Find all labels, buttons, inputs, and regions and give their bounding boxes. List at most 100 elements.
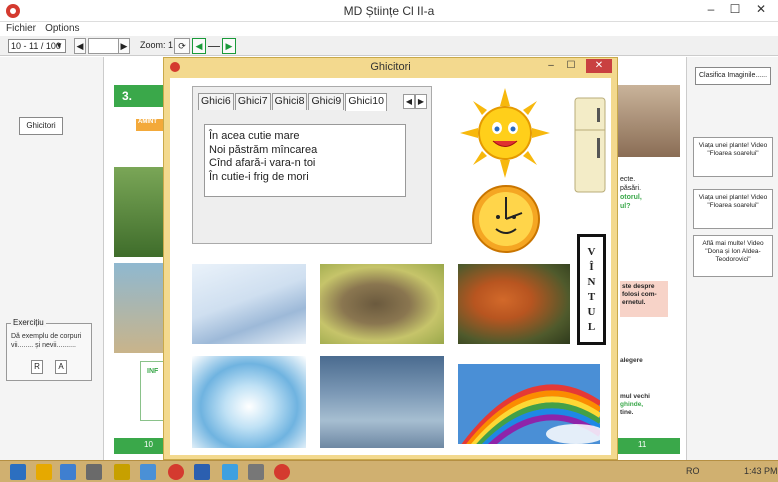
vintul-letter: N	[587, 276, 596, 288]
right-snip-2: otorul,	[620, 194, 642, 201]
dialog-body: Ghici6 Ghici7 Ghici8 Ghici9 Ghici10 ◀ ▶ Î…	[170, 78, 611, 455]
left-header-number: 3.	[122, 89, 133, 103]
taskbar-opera-icon[interactable]	[168, 464, 184, 480]
menu-fichier[interactable]: Fichier	[6, 23, 36, 34]
right-panel: Clasifica Imaginile...... Viața unei pla…	[686, 57, 778, 460]
right-snip-0: ecte.	[620, 176, 636, 183]
video-card-2[interactable]: Viața unei plante! Video "Floarea soarel…	[693, 189, 773, 229]
video-card-1[interactable]: Viața unei plante! Video "Floarea soarel…	[693, 137, 773, 177]
snow-image[interactable]	[192, 264, 306, 344]
dialog-titlebar: Ghicitori – ☐ ✕	[164, 58, 617, 76]
tray-language[interactable]: RO	[686, 466, 700, 476]
close-button[interactable]: ✕	[750, 2, 772, 16]
right-text-1: ecte. păsări. otorul, ul?	[620, 175, 680, 211]
arrow-left-green-icon[interactable]: ◀	[192, 38, 206, 54]
taskbar-word-icon[interactable]	[194, 464, 210, 480]
tab-ghici9[interactable]: Ghici9	[308, 93, 345, 110]
tab-ghici8[interactable]: Ghici8	[271, 93, 308, 110]
right-snip-4: ste despre	[622, 283, 655, 290]
taskbar-explorer-icon[interactable]	[36, 464, 52, 480]
page-select[interactable]: 10 - 11 / 100 ▼	[8, 39, 66, 53]
tab-ghici6[interactable]: Ghici6	[198, 93, 234, 110]
info-label: INF	[147, 368, 159, 375]
riddle-line: În acea cutie mare	[209, 130, 300, 142]
clock-image[interactable]	[470, 183, 542, 255]
right-page: ecte. păsări. otorul, ul? ste despre fol…	[618, 57, 686, 460]
minimize-button[interactable]: –	[700, 2, 722, 16]
fox-image[interactable]	[458, 264, 570, 344]
right-snip-3: ul?	[620, 203, 631, 210]
a-button[interactable]: A	[55, 360, 67, 374]
riddle-line: Cînd afară-i vara-n toi	[209, 157, 316, 169]
maximize-button[interactable]: ☐	[724, 2, 746, 16]
right-snip-8: mul vechi	[620, 393, 650, 400]
taskbar-app-icon[interactable]	[60, 464, 76, 480]
beach-photo	[114, 263, 170, 353]
left-header-bar: 3.	[114, 85, 170, 107]
right-snip-1: păsări.	[620, 185, 642, 192]
taskbar-app-icon[interactable]	[222, 464, 238, 480]
right-snip-6: ernetul.	[622, 299, 646, 306]
separator-line	[208, 46, 220, 47]
start-windows-icon[interactable]	[10, 464, 26, 480]
riddle-tabs: Ghici6 Ghici7 Ghici8 Ghici9 Ghici10	[198, 93, 387, 111]
video-card-3[interactable]: Află mai multe! Video "Dona și Ion Aldea…	[693, 235, 773, 277]
vintul-letter: V	[587, 246, 596, 258]
taskbar: RO 1:43 PM	[0, 460, 778, 482]
taskbar-app-icon[interactable]	[248, 464, 264, 480]
rainbow-image[interactable]	[458, 364, 600, 444]
riddle-panel: Ghici6 Ghici7 Ghici8 Ghici9 Ghici10 ◀ ▶ Î…	[192, 86, 432, 244]
dialog-minimize-button[interactable]: –	[544, 60, 558, 72]
taskbar-app-icon[interactable]	[114, 464, 130, 480]
tab-scroll-arrows: ◀ ▶	[403, 94, 427, 109]
vintul-label[interactable]: V Î N T U L	[577, 234, 606, 345]
next-page-button[interactable]: ▶	[118, 38, 130, 54]
tab-scroll-right-icon[interactable]: ▶	[415, 94, 427, 109]
right-footer-bar: 11	[618, 438, 680, 454]
arrow-right-green-icon[interactable]: ▶	[222, 38, 236, 54]
menu-options[interactable]: Options	[45, 23, 79, 34]
zoom-label: Zoom: 1	[140, 40, 174, 50]
rotate-icon[interactable]: ⟳	[174, 38, 190, 54]
hedgehog-image[interactable]	[320, 264, 444, 344]
toolbar: 10 - 11 / 100 ▼ ◀ ▶ Zoom: 1 ⟳ ◀ ▶	[0, 36, 778, 56]
chevron-down-icon: ▼	[55, 41, 63, 50]
tab-ghici10[interactable]: Ghici10	[345, 93, 387, 111]
page-select-value: 10 - 11 / 100	[11, 41, 61, 51]
taskbar-md-app-icon[interactable]	[274, 464, 290, 480]
riddle-text-box: În acea cutie mare Noi păstrăm mîncarea …	[204, 124, 406, 197]
prev-page-button[interactable]: ◀	[74, 38, 86, 54]
vintul-letter: L	[587, 321, 596, 333]
left-panel: Ghicitori Exercițiu Dă exemplu de corpur…	[0, 57, 104, 460]
window-title: MD Științe Cl II-a	[343, 4, 435, 18]
right-text-2: mul vechi ghinde, tine.	[620, 393, 650, 417]
clasifica-imaginile-button[interactable]: Clasifica Imaginile......	[695, 67, 771, 85]
exercise-box: Exercițiu Dă exemplu de corpuri vii.....…	[6, 318, 92, 381]
exercise-legend: Exercițiu	[11, 318, 46, 327]
riddle-line: Noi păstrăm mîncarea	[209, 143, 318, 156]
exercise-text: Dă exemplu de corpuri vii........ și nev…	[11, 333, 82, 349]
tray-clock[interactable]: 1:43 PM	[744, 466, 778, 476]
taskbar-app-icon[interactable]	[86, 464, 102, 480]
left-page-number: 10	[144, 440, 153, 449]
vintul-letter: T	[587, 291, 596, 303]
dialog-maximize-button[interactable]: ☐	[564, 60, 578, 72]
r-button[interactable]: R	[31, 360, 43, 374]
left-page: 3. AMINT INF 10	[110, 57, 170, 460]
fridge-image[interactable]	[572, 96, 608, 194]
rain-image[interactable]	[320, 356, 444, 448]
ghicitori-button[interactable]: Ghicitori	[19, 117, 63, 135]
right-pink-box: ste despre folosi com- ernetul.	[620, 281, 668, 317]
dialog-close-button[interactable]: ✕	[586, 59, 612, 73]
right-snip-9: ghinde,	[620, 401, 644, 408]
right-snip-7: alegere	[620, 357, 643, 364]
left-footer-bar: 10	[114, 438, 170, 454]
menubar: Fichier Options	[0, 22, 778, 36]
tab-scroll-left-icon[interactable]: ◀	[403, 94, 415, 109]
sun-image[interactable]	[460, 88, 550, 178]
ghicitori-dialog: Ghicitori – ☐ ✕ Ghici6 Ghici7 Ghici8 Ghi…	[163, 57, 618, 460]
tab-ghici7[interactable]: Ghici7	[234, 93, 271, 110]
water-splash-image[interactable]	[192, 356, 306, 448]
taskbar-app-icon[interactable]	[140, 464, 156, 480]
vintul-letter: U	[587, 306, 596, 318]
